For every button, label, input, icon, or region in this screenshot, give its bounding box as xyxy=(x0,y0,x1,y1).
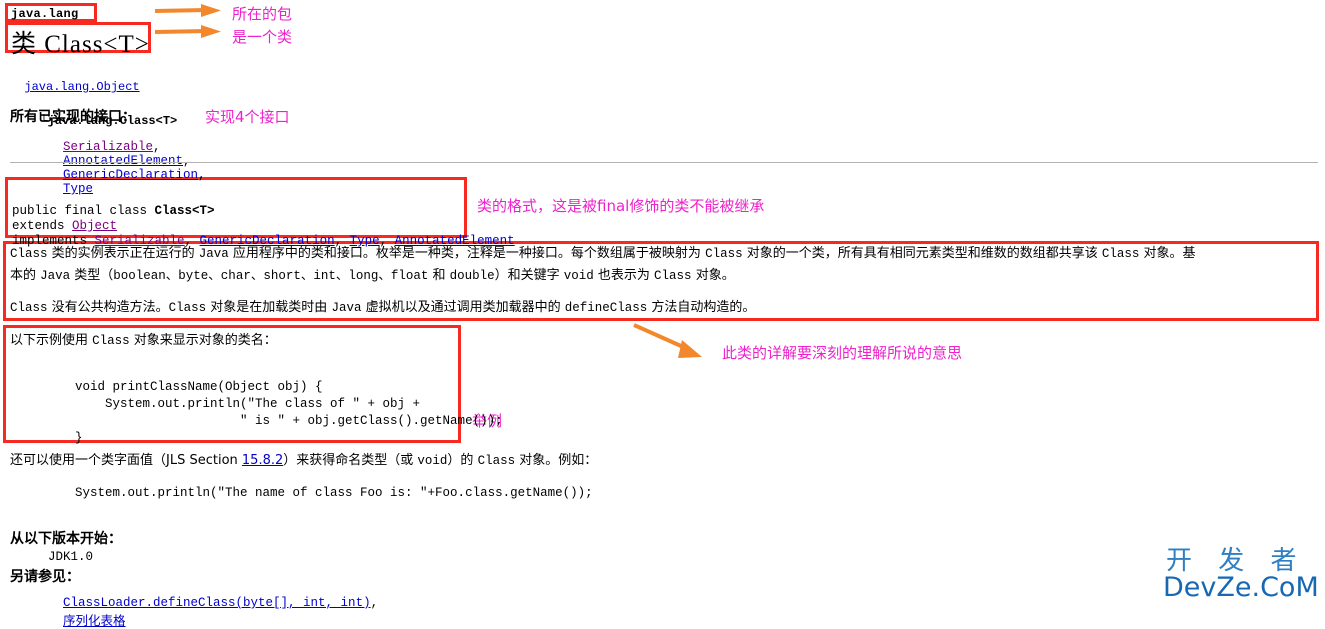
decl-extends-link[interactable]: Object xyxy=(72,219,117,233)
class-declaration: public final class Class<T> extends Obje… xyxy=(12,204,515,248)
desc-p1-l2-a: 本的 xyxy=(10,268,41,283)
interfaces-heading: 所有已实现的接口： xyxy=(10,109,136,125)
example-code-line-3: " is " + obj.getClass().getName()); xyxy=(75,414,503,428)
interface-link-annotatedelement[interactable]: AnnotatedElement xyxy=(63,154,183,168)
watermark-domain: DevZe.CoM xyxy=(1163,572,1319,603)
note-format: 类的格式，这是被final修饰的类不能被继承 xyxy=(477,197,765,215)
example-intro: 以下示例使用 Class 对象来显示对象的类名： xyxy=(10,330,277,352)
example-intro-b: Class xyxy=(92,334,130,348)
note-package: 所在的包 xyxy=(232,5,293,23)
desc-p1-l1-c: Java xyxy=(198,247,229,261)
desc-p1-l1-h: 对象。基 xyxy=(1139,246,1196,261)
description-paragraph-1-line-1: Class 类的实例表示正在运行的 Java 应用程序中的类和接口。枚举是一种类… xyxy=(10,243,1196,265)
arrow-to-package-note xyxy=(155,4,221,17)
class-literal-paragraph: 还可以使用一个类字面值（JLS Section 15.8.2）来获得命名类型（或… xyxy=(10,450,597,472)
decl-class-name: Class<T> xyxy=(154,204,215,218)
since-heading: 从以下版本开始： xyxy=(10,531,122,547)
example-intro-c: 对象来显示对象的类名： xyxy=(129,333,277,348)
section-divider xyxy=(10,162,1318,163)
literal-e: Class xyxy=(477,454,516,468)
interface-link-serializable[interactable]: Serializable xyxy=(63,140,153,154)
desc-p1-l2-i: 也表示为 xyxy=(593,268,655,283)
literal-c: void xyxy=(417,454,448,468)
note-interfaces: 实现4个接口 xyxy=(205,108,290,126)
desc-p2-e: Java xyxy=(331,301,362,315)
description-paragraph-1-line-2: 本的 Java 类型（boolean、byte、char、short、int、l… xyxy=(10,265,735,287)
seealso-link-classloader-defineclass[interactable]: ClassLoader.defineClass(byte[], int, int… xyxy=(63,596,371,610)
desc-p1-l2-j: Class xyxy=(654,269,692,283)
interface-link-genericdeclaration[interactable]: GenericDeclaration xyxy=(63,168,198,182)
desc-p1-l2-g: ）和关键字 xyxy=(494,268,564,283)
desc-p2-b: 没有公共构造方法。 xyxy=(47,300,169,315)
example-code-block: void printClassName(Object obj) { System… xyxy=(75,362,503,447)
desc-p1-l2-b: Java xyxy=(40,269,71,283)
desc-p1-l2-f: double xyxy=(449,269,495,283)
desc-p1-l2-k: 对象。 xyxy=(691,268,735,283)
desc-p2-h: 方法自动构造的。 xyxy=(647,300,756,315)
literal-b: ）来获得命名类型（或 xyxy=(283,453,418,468)
note-isclass: 是一个类 xyxy=(232,28,293,46)
desc-p1-l2-c: 类型（ xyxy=(70,268,114,283)
arrow-to-isclass-note xyxy=(155,25,221,38)
decl-line2-prefix: extends xyxy=(12,219,73,233)
desc-p1-l2-h: void xyxy=(563,269,594,283)
desc-p1-l2-e: 和 xyxy=(428,268,450,283)
description-paragraph-2: Class 没有公共构造方法。Class 对象是在加载类时由 Java 虚拟机以… xyxy=(10,297,755,319)
desc-p2-a: Class xyxy=(10,301,48,315)
hierarchy-root-link[interactable]: java.lang.Object xyxy=(24,80,139,94)
desc-p2-g: defineClass xyxy=(564,301,648,315)
decl-line1-prefix: public final class xyxy=(12,204,155,218)
desc-p2-d: 对象是在加载类时由 xyxy=(206,300,332,315)
seealso-link-serialized-form[interactable]: 序列化表格 xyxy=(63,615,126,629)
class-literal-code: System.out.println("The name of class Fo… xyxy=(75,486,593,500)
example-code-line-2: System.out.println("The class of " + obj… xyxy=(75,397,421,411)
arrow-to-detail-note xyxy=(633,323,702,358)
since-value: JDK1.0 xyxy=(48,550,94,564)
desc-p1-l1-d: 应用程序中的类和接口。枚举是一种类，注释是一种接口。每个数组属于被映射为 xyxy=(228,246,706,261)
desc-p1-l2-d: boolean、byte、char、short、int、long、float xyxy=(113,269,429,283)
package-name: java.lang xyxy=(11,7,79,21)
literal-f: 对象。例如： xyxy=(515,453,598,468)
desc-p2-c: Class xyxy=(168,301,207,315)
implemented-interfaces-list: Serializable, AnnotatedElement, GenericD… xyxy=(63,140,206,196)
seealso-links: ClassLoader.defineClass(byte[], int, int… xyxy=(63,596,379,629)
desc-p1-l1-e: Class xyxy=(705,247,743,261)
example-code-line-4: } xyxy=(75,431,83,445)
desc-p1-l1-f: 对象的一个类，所有具有相同元素类型和维数的数组都共享该 xyxy=(742,246,1102,261)
example-intro-a: 以下示例使用 xyxy=(10,333,93,348)
desc-p1-l1-a: Class xyxy=(10,247,48,261)
desc-p1-l1-g: Class xyxy=(1101,247,1140,261)
desc-p2-f: 虚拟机以及通过调用类加载器中的 xyxy=(361,300,565,315)
note-detail: 此类的详解要深刻的理解所说的意思 xyxy=(722,344,963,362)
desc-p1-l1-b: 类的实例表示正在运行的 xyxy=(47,246,199,261)
page-title: 类 Class<T> xyxy=(11,31,150,58)
literal-d: ）的 xyxy=(447,453,478,468)
jls-section-link[interactable]: 15.8.2 xyxy=(242,453,283,468)
literal-a: 还可以使用一个类字面值（JLS Section xyxy=(10,453,242,468)
example-code-line-1: void printClassName(Object obj) { xyxy=(75,380,323,394)
